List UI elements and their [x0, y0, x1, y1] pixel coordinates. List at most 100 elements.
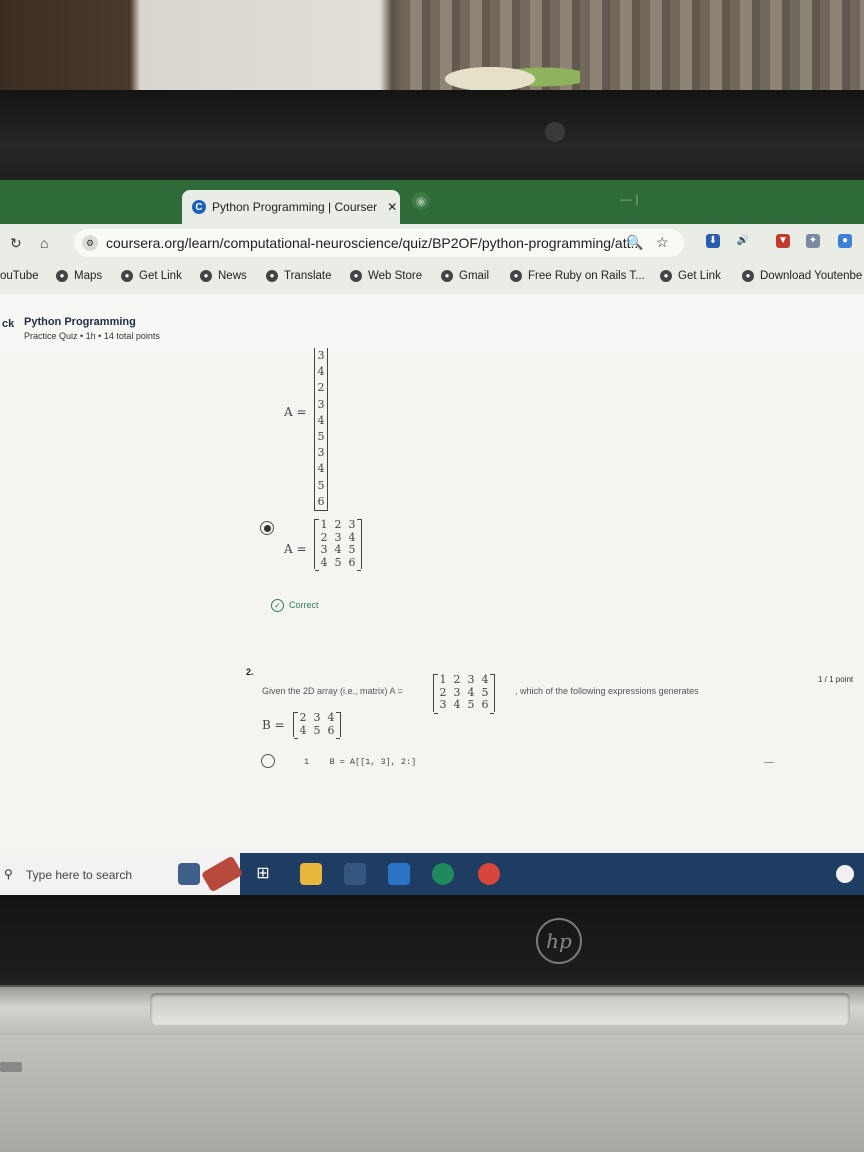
- matrix-row: 123: [317, 518, 359, 532]
- vector-cell: 4: [317, 365, 325, 379]
- globe-icon: ●: [266, 270, 278, 282]
- radio-option-selected[interactable]: [260, 521, 274, 535]
- download-extension-icon[interactable]: ⬇: [706, 234, 720, 248]
- task-view-icon[interactable]: ⊞: [252, 863, 274, 885]
- matrix-cell: 3: [313, 711, 321, 724]
- globe-icon: ●: [56, 270, 68, 282]
- laptop-screen: C Python Programming | Courser ✕ ◉ — | ↻…: [0, 180, 864, 896]
- check-icon: ✓: [271, 599, 284, 612]
- plush-toy: [430, 55, 580, 95]
- laptop-bottom-bezel: [0, 895, 864, 995]
- matrix-row: 345: [317, 543, 359, 557]
- bookmark-download-youtube[interactable]: ● Download Youtenbe: [742, 270, 862, 282]
- back-link[interactable]: ck: [2, 318, 14, 330]
- code-text: B = A[[1, 3], 2:]: [329, 757, 417, 767]
- matrix-cell: 2: [334, 518, 342, 531]
- matrix-cell: 2: [453, 673, 461, 686]
- matrix-row: 234: [296, 711, 338, 725]
- store-icon[interactable]: [344, 863, 366, 885]
- bookmark-news[interactable]: ● News: [200, 270, 247, 282]
- vector-cell: 4: [317, 413, 325, 427]
- bookmark-get-link[interactable]: ● Get Link: [121, 270, 182, 282]
- quiz-header: ck Python Programming Practice Quiz • 1h…: [0, 294, 864, 351]
- edge-icon[interactable]: [432, 863, 454, 885]
- matrix-4x3: 123 234 345 456: [314, 518, 362, 571]
- extension-icon[interactable]: ✦: [806, 234, 820, 248]
- vector-cell: 5: [317, 478, 325, 492]
- bookmark-star-icon[interactable]: ☆: [656, 234, 669, 251]
- cortana-icon[interactable]: [178, 863, 200, 885]
- code-option-1[interactable]: 1 B = A[[1, 3], 2:]: [304, 757, 416, 767]
- matrix-cell: 4: [299, 723, 307, 737]
- quiz-meta: Practice Quiz • 1h • 14 total points: [24, 331, 160, 341]
- vector-cell: 3: [317, 397, 325, 411]
- bookmarks-bar: ouTube ● Maps ● Get Link ● News ● Translate …: [0, 262, 864, 295]
- option-a-label: A =: [284, 405, 307, 419]
- hinge-slot: [150, 993, 850, 1025]
- new-tab-icon[interactable]: ◉: [412, 192, 430, 210]
- matrix-cell: 4: [334, 543, 342, 556]
- question-text: Given the 2D array (i.e., matrix) A =: [262, 686, 403, 696]
- hp-logo: hp: [536, 918, 582, 964]
- feedback-correct: Correct: [289, 600, 319, 610]
- column-vector: 3 4 2 3 4 5 3 4 5 6: [314, 348, 328, 511]
- vector-cell: 3: [317, 349, 325, 362]
- matrix-cell: 5: [348, 543, 356, 556]
- matrix-cell: 6: [327, 723, 335, 737]
- side-button: [0, 1062, 22, 1072]
- close-tab-icon[interactable]: ✕: [387, 200, 397, 214]
- matrix-cell: 3: [320, 543, 328, 556]
- matrix-cell: 3: [348, 518, 356, 531]
- bookmark-gmail[interactable]: ● Gmail: [441, 270, 489, 282]
- matrix-cell: 5: [467, 698, 475, 711]
- tab-title: Python Programming | Courser: [212, 200, 378, 214]
- profile-extension-icon[interactable]: ●: [838, 234, 852, 248]
- globe-icon: ●: [510, 270, 522, 282]
- radio-option-1[interactable]: [261, 754, 275, 768]
- webcam: [545, 122, 565, 142]
- matrix-row: 3456: [436, 698, 492, 712]
- tab-python-programming[interactable]: C Python Programming | Courser ✕: [182, 190, 400, 224]
- window-minimize-icon[interactable]: — |: [620, 192, 638, 206]
- bookmark-youtube[interactable]: ouTube: [0, 270, 39, 282]
- bookmark-maps[interactable]: ● Maps: [56, 270, 102, 282]
- speaker-extension-icon[interactable]: 🔊: [736, 234, 750, 248]
- question-number: 2.: [246, 667, 254, 677]
- matrix-cell: 6: [481, 698, 489, 711]
- file-explorer-icon[interactable]: [300, 863, 322, 885]
- bookmark-translate[interactable]: ● Translate: [266, 270, 332, 282]
- search-icon: ⚲: [4, 867, 13, 881]
- tray-icon[interactable]: [836, 865, 854, 883]
- coursera-favicon-icon: C: [192, 200, 206, 214]
- site-info-icon[interactable]: ⚙: [82, 235, 98, 251]
- question-text-continued: , which of the following expressions gen…: [515, 686, 699, 696]
- zoom-icon[interactable]: 🔍: [626, 234, 643, 251]
- matrix-cell: 1: [439, 673, 447, 686]
- reload-icon[interactable]: ↻: [10, 235, 22, 252]
- option-label: A =: [284, 542, 307, 556]
- bookmark-web-store[interactable]: ● Web Store: [350, 270, 422, 282]
- bookmark-free-ruby[interactable]: ● Free Ruby on Rails T...: [510, 270, 645, 282]
- matrix-cell: 2: [299, 711, 307, 724]
- matrix-cell: 4: [453, 698, 461, 711]
- address-bar[interactable]: ⚙ coursera.org/learn/computational-neuro…: [74, 229, 684, 257]
- bookmark-get-link-2[interactable]: ● Get Link: [660, 270, 721, 282]
- red-extension-icon[interactable]: ▼: [776, 234, 790, 248]
- code-line-number: 1: [304, 757, 310, 767]
- matrix-cell: 5: [334, 555, 342, 569]
- matrix-cell: 4: [320, 555, 328, 569]
- windows-taskbar: ⚲ Type here to search ⊞: [0, 853, 864, 896]
- divider: [764, 762, 774, 763]
- globe-icon: ●: [742, 270, 754, 282]
- laptop-top-bezel: [0, 90, 864, 182]
- matrix-A: 1234 2345 3456: [433, 673, 495, 713]
- url-text[interactable]: coursera.org/learn/computational-neurosc…: [106, 235, 642, 251]
- home-icon[interactable]: ⌂: [40, 235, 48, 251]
- mail-icon[interactable]: [388, 863, 410, 885]
- search-placeholder[interactable]: Type here to search: [26, 868, 132, 882]
- tab-background-left[interactable]: [0, 194, 180, 216]
- b-label: B =: [262, 718, 285, 732]
- chrome-icon[interactable]: [478, 863, 500, 885]
- matrix-B: 234 456: [293, 711, 341, 739]
- matrix-cell: 3: [439, 698, 447, 711]
